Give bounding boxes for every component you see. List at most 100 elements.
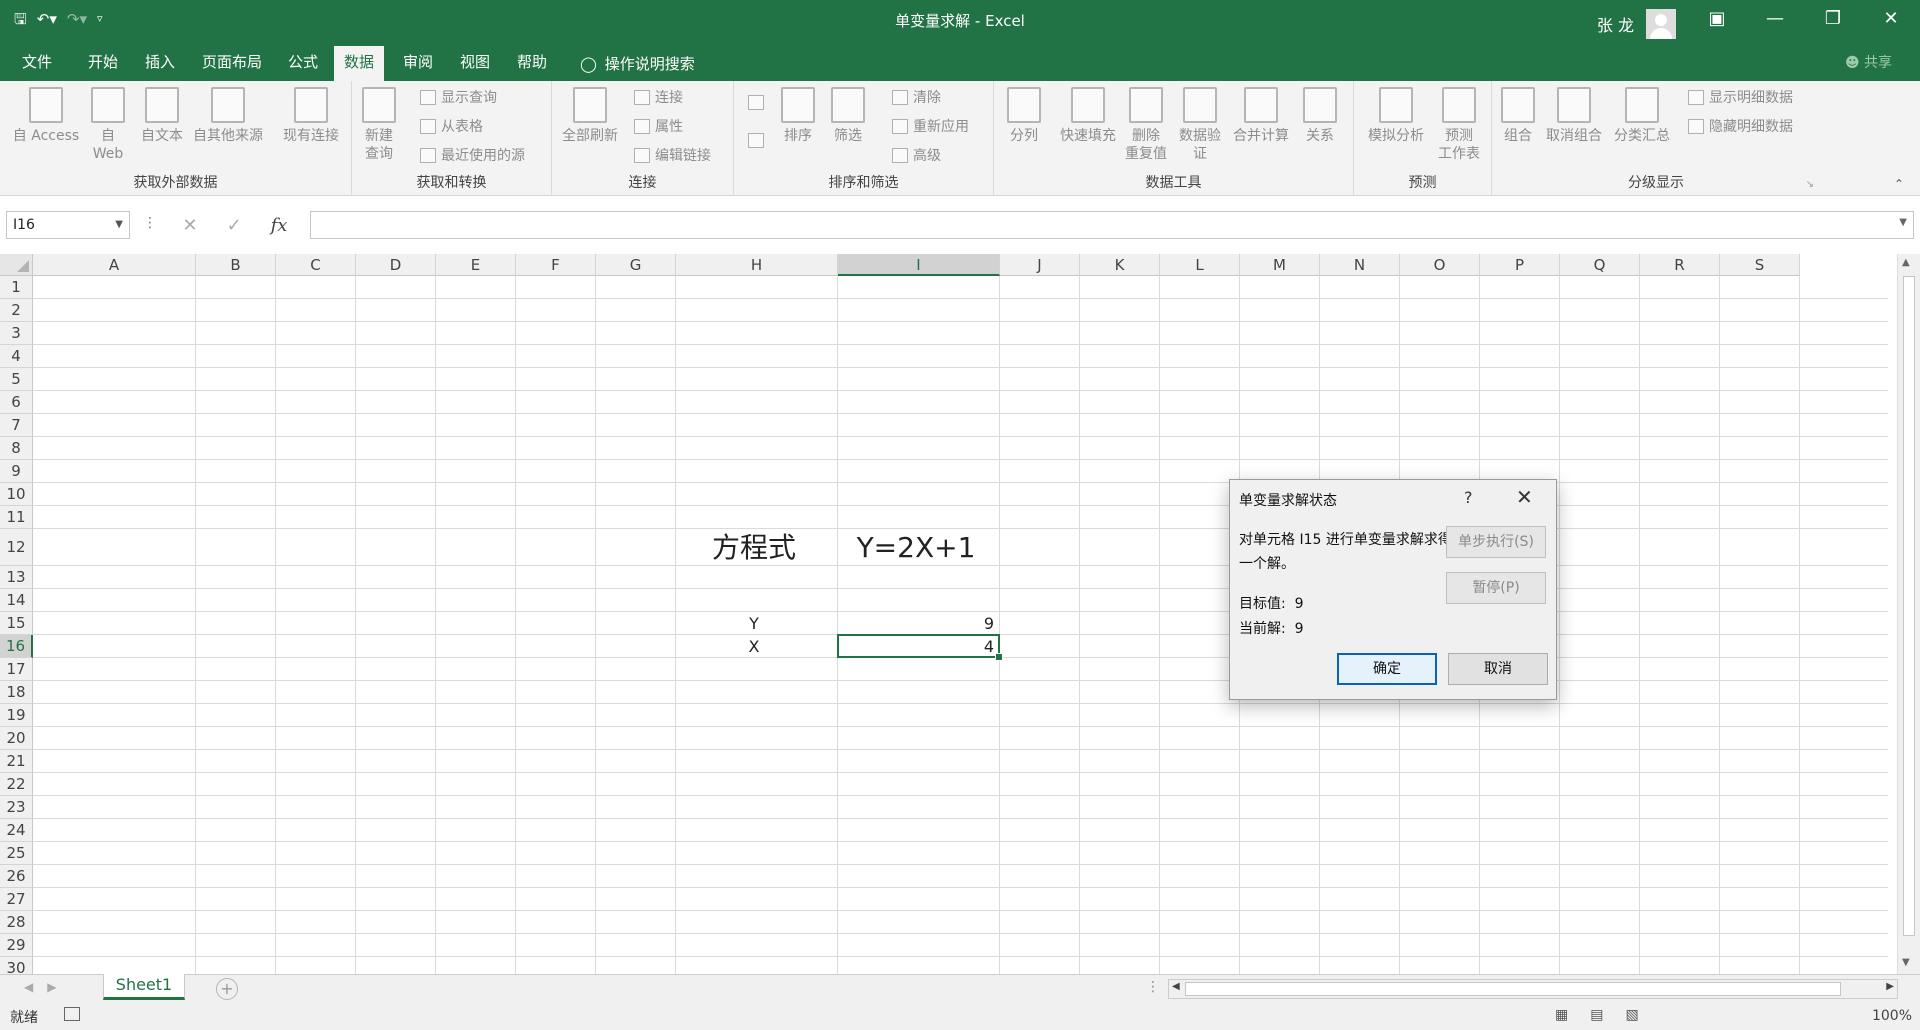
scroll-left-icon[interactable]: ◀ <box>1172 981 1180 992</box>
expand-formula-icon[interactable]: ▼ <box>1899 217 1907 228</box>
column-header-k[interactable]: K <box>1080 254 1160 276</box>
tell-me-search[interactable]: ◯ 操作说明搜索 <box>570 46 705 81</box>
column-header-a[interactable]: A <box>33 254 196 276</box>
filter-button[interactable]: 筛选 <box>828 87 868 145</box>
edit-links-button[interactable]: 编辑链接 <box>634 145 711 165</box>
worksheet-grid[interactable]: ▲ ▼ A B C D E F G H I J K L M N O P Q R S 1 2 3 4 5 6 7 8 9 10 11 12 13… <box>0 254 1920 974</box>
row-header-27[interactable]: 27 <box>0 888 33 911</box>
row-header-11[interactable]: 11 <box>0 506 33 529</box>
minimize-icon[interactable]: — <box>1746 0 1804 40</box>
row-header-14[interactable]: 14 <box>0 589 33 612</box>
horizontal-scroll-thumb[interactable] <box>1185 982 1841 996</box>
confirm-entry-icon[interactable]: ✓ <box>227 215 242 236</box>
tab-formulas[interactable]: 公式 <box>278 46 328 81</box>
macro-record-icon[interactable] <box>64 1007 80 1021</box>
sort-button[interactable]: 排序 <box>778 87 818 145</box>
row-header-3[interactable]: 3 <box>0 322 33 345</box>
collapse-ribbon-icon[interactable]: ⌃ <box>1894 177 1904 191</box>
row-header-15[interactable]: 15 <box>0 612 33 635</box>
show-queries-button[interactable]: 显示查询 <box>420 87 497 107</box>
column-header-p[interactable]: P <box>1480 254 1560 276</box>
sheet-tab[interactable]: Sheet1 <box>103 974 185 1000</box>
row-header-19[interactable]: 19 <box>0 704 33 727</box>
sort-az-button[interactable] <box>748 95 764 110</box>
column-header-f[interactable]: F <box>516 254 596 276</box>
subtotal-button[interactable]: 分类汇总 <box>1610 87 1674 145</box>
data-validation-button[interactable]: 数据验证 <box>1174 87 1226 163</box>
row-header-28[interactable]: 28 <box>0 911 33 934</box>
horizontal-scrollbar[interactable]: ◀ ▶ <box>1168 979 1898 999</box>
row-header-7[interactable]: 7 <box>0 414 33 437</box>
tab-home[interactable]: 开始 <box>78 46 128 81</box>
from-other-button[interactable]: 自其他来源 <box>188 87 268 145</box>
normal-view-icon[interactable]: ▦ <box>1555 1007 1568 1023</box>
cell-h16[interactable]: X <box>676 635 832 658</box>
tab-help[interactable]: 帮助 <box>507 46 557 81</box>
column-header-e[interactable]: E <box>436 254 516 276</box>
column-header-m[interactable]: M <box>1240 254 1320 276</box>
scroll-right-icon[interactable]: ▶ <box>1886 981 1894 992</box>
column-header-l[interactable]: L <box>1160 254 1240 276</box>
cell-i12[interactable]: Y=2X+1 <box>838 529 994 566</box>
row-header-25[interactable]: 25 <box>0 842 33 865</box>
row-header-17[interactable]: 17 <box>0 658 33 681</box>
share-button[interactable]: ☻ 共享 <box>1845 52 1892 72</box>
tab-insert[interactable]: 插入 <box>135 46 185 81</box>
from-web-button[interactable]: 自 Web <box>88 87 128 163</box>
remove-duplicates-button[interactable]: 删除 重复值 <box>1122 87 1170 163</box>
select-all-button[interactable] <box>0 254 33 276</box>
row-header-30[interactable]: 30 <box>0 957 33 974</box>
tab-view[interactable]: 视图 <box>450 46 500 81</box>
column-header-c[interactable]: C <box>276 254 356 276</box>
cancel-button[interactable]: 取消 <box>1448 653 1548 685</box>
column-header-j[interactable]: J <box>1000 254 1080 276</box>
tab-file[interactable]: 文件 <box>12 46 62 81</box>
sheet-nav-arrows[interactable]: ◀▶ <box>24 980 70 994</box>
column-header-d[interactable]: D <box>356 254 436 276</box>
column-header-i[interactable]: I <box>838 254 1000 276</box>
dialog-launcher-icon[interactable]: ↘ <box>1806 179 1814 190</box>
row-header-8[interactable]: 8 <box>0 437 33 460</box>
step-button[interactable]: 单步执行(S) <box>1446 526 1546 558</box>
scroll-up-icon[interactable]: ▲ <box>1902 257 1910 268</box>
column-header-q[interactable]: Q <box>1560 254 1640 276</box>
column-header-h[interactable]: H <box>676 254 838 276</box>
forecast-sheet-button[interactable]: 预测 工作表 <box>1434 87 1484 163</box>
ok-button[interactable]: 确定 <box>1337 653 1437 685</box>
pause-button[interactable]: 暂停(P) <box>1446 572 1546 604</box>
what-if-button[interactable]: 模拟分析 <box>1364 87 1428 145</box>
active-cell-selection[interactable] <box>837 634 1003 661</box>
cancel-entry-icon[interactable]: ✕ <box>182 215 197 236</box>
from-access-button[interactable]: 自 Access <box>8 87 84 145</box>
cell-h15[interactable]: Y <box>676 612 832 635</box>
cell-i15[interactable]: 9 <box>838 612 994 635</box>
insert-function-icon[interactable]: fx <box>271 215 288 236</box>
close-icon[interactable]: ✕ <box>1516 485 1533 509</box>
scroll-down-icon[interactable]: ▼ <box>1902 957 1910 968</box>
tab-review[interactable]: 审阅 <box>393 46 443 81</box>
tab-splitter-icon[interactable]: ⋮ <box>1146 979 1160 995</box>
consolidate-button[interactable]: 合并计算 <box>1228 87 1294 145</box>
restore-icon[interactable]: ❐ <box>1804 0 1862 40</box>
column-header-o[interactable]: O <box>1400 254 1480 276</box>
connections-button[interactable]: 连接 <box>634 87 683 107</box>
ungroup-button[interactable]: 取消组合 <box>1542 87 1606 145</box>
tab-data[interactable]: 数据 <box>334 46 385 81</box>
group-button[interactable]: 组合 <box>1498 87 1538 145</box>
page-layout-view-icon[interactable]: ▤ <box>1590 1007 1603 1023</box>
reapply-button[interactable]: 重新应用 <box>892 116 969 136</box>
row-header-9[interactable]: 9 <box>0 460 33 483</box>
vertical-scrollbar[interactable]: ▲ ▼ <box>1897 254 1920 974</box>
row-header-1[interactable]: 1 <box>0 276 33 299</box>
column-header-s[interactable]: S <box>1720 254 1800 276</box>
row-header-23[interactable]: 23 <box>0 796 33 819</box>
row-header-26[interactable]: 26 <box>0 865 33 888</box>
from-table-button[interactable]: 从表格 <box>420 116 483 136</box>
existing-connections-button[interactable]: 现有连接 <box>278 87 344 145</box>
flash-fill-button[interactable]: 快速填充 <box>1056 87 1120 145</box>
add-sheet-button[interactable]: + <box>216 978 238 1000</box>
advanced-button[interactable]: 高级 <box>892 145 941 165</box>
sort-za-button[interactable] <box>748 133 764 148</box>
relationships-button[interactable]: 关系 <box>1298 87 1342 145</box>
row-header-13[interactable]: 13 <box>0 566 33 589</box>
